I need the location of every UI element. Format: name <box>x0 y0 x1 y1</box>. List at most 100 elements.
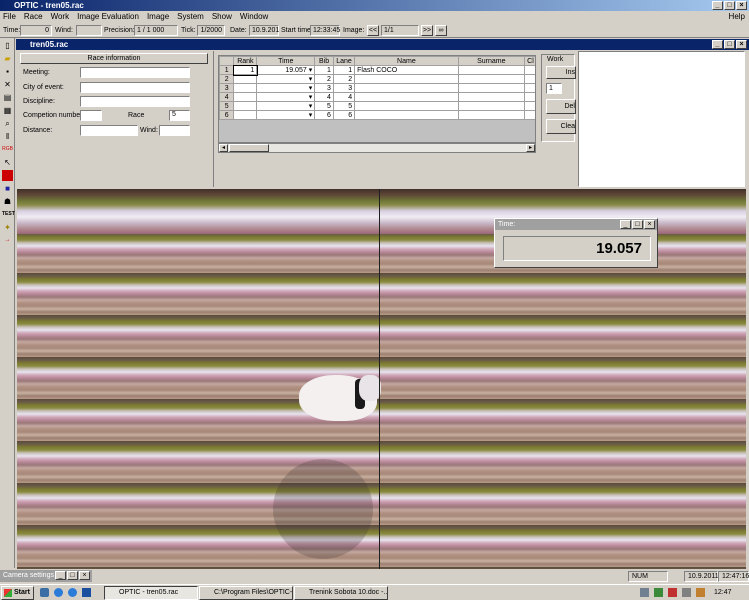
table-row[interactable]: 4 ▾ 4 4 <box>219 92 535 102</box>
menu-work[interactable]: Work <box>51 11 70 23</box>
tick-field[interactable]: 1/2000 <box>197 25 225 36</box>
precision-select[interactable]: 1 / 1 000 <box>134 25 178 36</box>
menu-system[interactable]: System <box>177 11 204 23</box>
count-spinner[interactable]: 1 <box>546 83 562 94</box>
table-row[interactable]: 6 ▾ 6 6 <box>219 110 535 120</box>
test-icon[interactable]: TEST <box>2 209 15 220</box>
scroll-thumb[interactable] <box>229 144 269 152</box>
name-cell[interactable]: Flash COCO <box>354 65 459 75</box>
cl-cell[interactable] <box>523 65 535 75</box>
tray-volume-icon[interactable] <box>682 588 691 597</box>
cl-cell[interactable] <box>523 101 535 111</box>
menu-window[interactable]: Window <box>240 11 268 23</box>
cl-cell[interactable] <box>523 74 535 84</box>
tray-shield-icon[interactable] <box>696 588 705 597</box>
doc-close-button[interactable]: × <box>736 40 747 49</box>
col-header-lane[interactable]: Lane <box>332 56 356 66</box>
time-cell[interactable]: 19.057 ▾ <box>256 65 316 75</box>
browser-icon[interactable] <box>54 588 63 597</box>
next-image-button[interactable]: >> <box>421 25 433 36</box>
com-icon[interactable]: → <box>2 235 13 246</box>
name-cell[interactable] <box>354 74 459 84</box>
discipline-input[interactable] <box>80 96 190 107</box>
camera-icon[interactable]: ■ <box>2 183 13 194</box>
race-input[interactable]: 5 <box>169 110 190 121</box>
dropdown-icon[interactable]: ▾ <box>309 112 313 119</box>
red-square-icon[interactable] <box>2 170 13 181</box>
start-button[interactable]: Start <box>1 586 34 600</box>
time-cell[interactable]: ▾ <box>256 101 316 111</box>
col-header-surname[interactable]: Surname <box>457 56 525 66</box>
clear-button[interactable]: Clea <box>546 119 576 134</box>
table-row[interactable]: 2 ▾ 2 2 <box>219 74 535 84</box>
cursor-icon[interactable]: ↖ <box>2 157 13 168</box>
tray-app-icon[interactable] <box>654 588 663 597</box>
menu-show[interactable]: Show <box>212 11 232 23</box>
lane-cell[interactable]: 2 <box>332 74 356 84</box>
barcode-icon[interactable]: ‖ <box>2 131 13 142</box>
rank-cell[interactable] <box>233 110 258 120</box>
distance-input[interactable] <box>80 125 138 136</box>
cl-cell[interactable] <box>523 92 535 102</box>
surname-cell[interactable] <box>457 101 525 111</box>
competition-input[interactable] <box>80 110 102 121</box>
camera-settings-bar[interactable]: Camera settings _ □ × <box>0 570 92 582</box>
camera-close-button[interactable]: × <box>79 571 90 580</box>
dropdown-icon[interactable]: ▾ <box>309 76 313 83</box>
table-row[interactable]: 1 1 19.057 ▾ 1 1 Flash COCO <box>219 64 535 76</box>
bib-cell[interactable]: 1 <box>314 65 334 75</box>
task-optic[interactable]: OPTIC - tren05.rac <box>104 586 198 600</box>
name-cell[interactable] <box>354 101 459 111</box>
popup-maximize-button[interactable]: □ <box>632 220 643 229</box>
menu-help[interactable]: Help <box>729 11 745 23</box>
ie-icon[interactable] <box>68 588 77 597</box>
camera-minimize-button[interactable]: _ <box>55 571 66 580</box>
city-input[interactable] <box>80 82 190 93</box>
word-icon[interactable] <box>82 588 91 597</box>
rank-cell[interactable] <box>233 92 258 102</box>
bib-cell[interactable]: 5 <box>314 101 334 111</box>
task-word-doc[interactable]: Trenink Sobota 10.doc -... <box>294 586 388 600</box>
bib-cell[interactable]: 6 <box>314 110 334 120</box>
bib-cell[interactable]: 2 <box>314 74 334 84</box>
rank-cell[interactable]: 1 <box>232 64 258 76</box>
menu-image-evaluation[interactable]: Image Evaluation <box>77 11 139 23</box>
maximize-button[interactable]: □ <box>724 1 735 10</box>
new-file-icon[interactable]: ▯ <box>2 40 13 51</box>
cl-cell[interactable] <box>523 83 535 93</box>
bib-cell[interactable]: 4 <box>314 92 334 102</box>
table-row[interactable]: 3 ▾ 3 3 <box>219 83 535 93</box>
search-icon[interactable]: ⌕ <box>2 118 13 129</box>
col-header-cl[interactable]: Cl <box>523 56 535 66</box>
scroll-left-icon[interactable]: ◂ <box>219 144 228 152</box>
wind-field[interactable] <box>76 25 102 36</box>
rank-cell[interactable] <box>233 83 258 93</box>
print-icon[interactable]: ▤ <box>2 92 13 103</box>
save-icon[interactable]: ▪ <box>2 66 13 77</box>
name-cell[interactable] <box>354 110 459 120</box>
wind-info-input[interactable] <box>159 125 190 136</box>
time-field[interactable]: 0 <box>20 25 52 36</box>
doc-minimize-button[interactable]: _ <box>712 40 723 49</box>
link-icon[interactable]: ∞ <box>435 25 447 36</box>
time-cell[interactable]: ▾ <box>256 92 316 102</box>
delete-button[interactable]: Del <box>546 99 576 114</box>
col-header-time[interactable]: Time <box>256 56 316 66</box>
grid-horizontal-scrollbar[interactable]: ◂ ▸ <box>218 143 536 153</box>
dropdown-icon[interactable]: ▾ <box>309 85 313 92</box>
open-folder-icon[interactable]: ▰ <box>2 53 13 64</box>
tray-network-icon[interactable] <box>640 588 649 597</box>
lane-cell[interactable]: 4 <box>332 92 356 102</box>
col-header-bib[interactable]: Bib <box>314 56 334 66</box>
image-field[interactable]: 1/1 <box>381 25 419 36</box>
doc-maximize-button[interactable]: □ <box>724 40 735 49</box>
col-header-name[interactable]: Name <box>354 56 459 66</box>
scroll-right-icon[interactable]: ▸ <box>526 144 535 152</box>
dropdown-icon[interactable]: ▾ <box>309 103 313 110</box>
bib-cell[interactable]: 3 <box>314 83 334 93</box>
lane-cell[interactable]: 1 <box>332 65 356 75</box>
date-field[interactable]: 10.9.201 <box>249 25 279 36</box>
delete-icon[interactable]: ✕ <box>2 79 13 90</box>
dropdown-icon[interactable]: ▾ <box>309 94 313 101</box>
lane-cell[interactable]: 5 <box>332 101 356 111</box>
